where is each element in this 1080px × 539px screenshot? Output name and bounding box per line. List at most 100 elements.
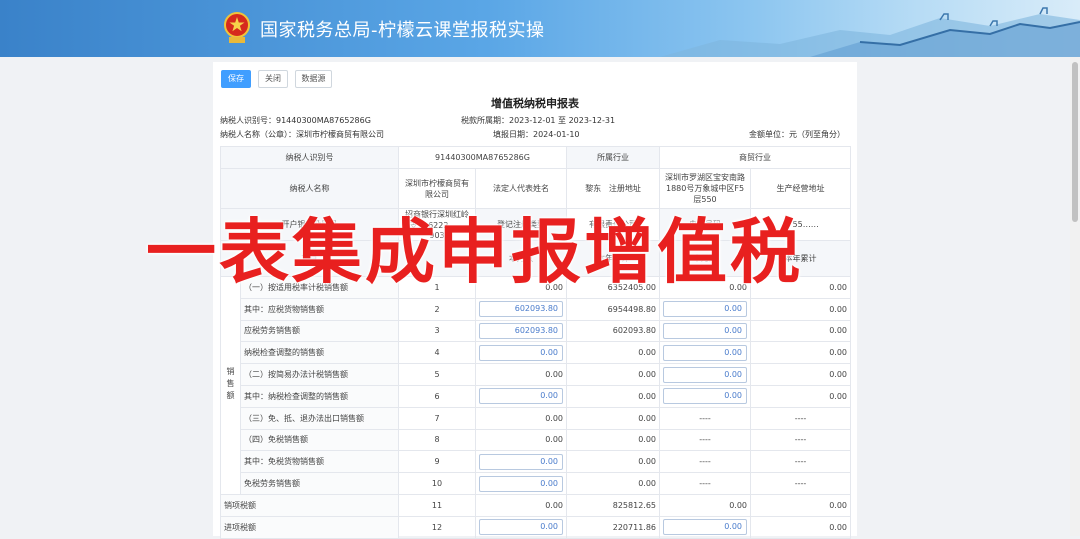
cell-month: 0.00	[474, 363, 568, 386]
cell-month: 0.00	[474, 428, 568, 452]
taxpayer-name-line: 纳税人名称（公章）：深圳市柠檬商贸有限公司	[220, 129, 384, 140]
table-row: 应税劳务销售额 3 602093.80 602093.80 0.00 0.00	[221, 319, 852, 343]
cell-rmonth: ----	[659, 472, 752, 495]
row-item-label: 免税劳务销售额	[240, 472, 399, 495]
table-row: （二）按简易办法计税销售额 5 0.00 0.00 0.00 0.00	[221, 363, 852, 386]
site-title: 国家税务总局-柠檬云课堂报税实操	[260, 20, 545, 41]
row-line-number: 10	[398, 472, 476, 495]
row-line-number: 5	[398, 363, 476, 386]
cell-month: 0.00	[474, 384, 568, 408]
cell-month: 0.00	[474, 515, 568, 539]
row-line-number: 11	[398, 493, 476, 517]
cell-rytd: ----	[750, 450, 852, 474]
data-source-button[interactable]: 数据源	[295, 70, 332, 88]
amount-input[interactable]: 0.00	[663, 366, 748, 383]
amount-input[interactable]: 0.00	[663, 322, 748, 339]
amount-input[interactable]: 0.00	[663, 519, 748, 536]
fill-date-line: 填报日期：2024-01-10	[493, 129, 580, 140]
table-row: 销项税额 11 0.00 825812.65 0.00 0.00	[220, 493, 852, 517]
table-row: 其中：纳税检查调整的销售额 6 0.00 0.00 0.00 0.00	[221, 384, 852, 408]
row-item-label: （二）按简易办法计税销售额	[240, 363, 399, 386]
top-banner: 国家税务总局-柠檬云课堂报税实操	[0, 0, 1080, 57]
row-line-number: 7	[398, 406, 476, 430]
cell-ytd: 0.00	[566, 363, 661, 386]
row-line-number: 12	[398, 515, 476, 539]
cell-rmonth: 0.00	[659, 297, 752, 321]
cell-rmonth: 0.00	[659, 341, 752, 365]
row-line-number: 2	[398, 297, 476, 321]
table-row: 进项税额 12 0.00 220711.86 0.00 0.00	[220, 515, 852, 539]
row-line-number: 9	[398, 450, 476, 474]
taxpayer-id-cell: 91440300MA8765286G	[397, 146, 568, 169]
cell-month: 0.00	[474, 493, 568, 517]
amount-input[interactable]: 0.00	[479, 344, 564, 361]
amount-input[interactable]: 602093.80	[479, 301, 564, 318]
cell-ytd: 0.00	[566, 450, 661, 474]
cell-ytd: 0.00	[566, 384, 661, 408]
taxpayer-name-value: 深圳市柠檬商贸有限公司	[296, 130, 384, 139]
amount-input[interactable]: 0.00	[479, 475, 564, 492]
cell-rytd: ----	[750, 428, 852, 452]
page-scrollbar-thumb[interactable]	[1072, 62, 1078, 222]
row-item-label: （四）免税销售额	[240, 428, 399, 452]
cell-ytd: 602093.80	[566, 319, 661, 343]
cell-month: 0.00	[474, 472, 568, 495]
cell-ytd: 0.00	[566, 428, 661, 452]
cell-ytd: 825812.65	[566, 493, 661, 517]
table-row: 纳税检查调整的销售额 4 0.00 0.00 0.00 0.00	[221, 341, 852, 365]
fill-date-label: 填报日期：	[493, 130, 533, 139]
cell-rytd: 0.00	[750, 515, 852, 539]
cell-rytd: ----	[750, 406, 852, 430]
sales-side-label: 销售额	[220, 276, 241, 495]
table-row: （三）免、抵、退办法出口销售额 7 0.00 0.00 ---- ----	[221, 406, 852, 430]
row-item-label: 其中：纳税检查调整的销售额	[240, 384, 399, 408]
row-line-number: 4	[398, 341, 476, 365]
row-line-number: 6	[398, 384, 476, 408]
table-row: 其中：免税货物销售额 9 0.00 0.00 ---- ----	[221, 450, 852, 474]
great-wall-illustration	[660, 7, 1080, 57]
cell-rmonth: ----	[659, 406, 752, 430]
legal-rep-value: 黎东	[585, 184, 602, 193]
cell-rmonth: 0.00	[659, 515, 752, 539]
taxpayer-id-value: 91440300MA8765286G	[276, 116, 371, 125]
reg-address-label: 注册地址	[608, 184, 641, 193]
cell-ytd: 0.00	[566, 472, 661, 495]
taxpayer-name-label: 纳税人名称（公章）：	[220, 130, 296, 139]
row-line-number: 8	[398, 428, 476, 452]
row-item-label: 纳税检查调整的销售额	[240, 341, 399, 365]
amount-input[interactable]: 602093.80	[479, 322, 564, 339]
sales-rows: 销售额 （一）按适用税率计税销售额 1 0.00 6352405.00 0.00 0.00 其…	[220, 276, 852, 539]
cell-month: 602093.80	[474, 297, 568, 321]
info-row-1: 纳税人识别号 91440300MA8765286G 所属行业 商贸行业	[220, 146, 852, 169]
tax-period-value: 2023-12-01 至 2023-12-31	[509, 116, 616, 125]
row-item-label: 应税劳务销售额	[240, 319, 399, 343]
row-line-number: 3	[398, 319, 476, 343]
amount-input[interactable]: 0.00	[663, 388, 748, 405]
amount-input[interactable]: 0.00	[479, 388, 564, 405]
amount-input[interactable]: 0.00	[479, 519, 564, 536]
cell-rytd: 0.00	[750, 319, 852, 343]
amount-unit: 金额单位：元（列至角分）	[749, 130, 845, 139]
cell-rytd: 0.00	[750, 363, 852, 386]
amount-input[interactable]: 0.00	[663, 344, 748, 361]
cell-ytd: 0.00	[566, 406, 661, 430]
taxpayer-id-header: 纳税人识别号	[220, 146, 399, 169]
cell-month: 0.00	[474, 450, 568, 474]
row-item-label: （三）免、抵、退办法出口销售额	[240, 406, 399, 430]
amount-input[interactable]: 0.00	[663, 301, 748, 318]
industry-cell: 商贸行业	[659, 146, 852, 169]
amount-input[interactable]: 0.00	[479, 453, 564, 470]
cell-rmonth: 0.00	[659, 319, 752, 343]
taxpayer-id-label: 纳税人识别号：	[220, 116, 276, 125]
cell-month: 0.00	[474, 406, 568, 430]
close-button[interactable]: 关闭	[258, 70, 288, 88]
industry-header: 所属行业	[566, 146, 661, 169]
cell-rytd: 0.00	[750, 341, 852, 365]
cell-rmonth: 0.00	[659, 384, 752, 408]
save-button[interactable]: 保存	[221, 70, 251, 88]
table-row: 其中：应税货物销售额 2 602093.80 6954498.80 0.00 0.00	[221, 297, 852, 321]
tax-period-label: 税款所属期：	[461, 116, 509, 125]
cell-month: 602093.80	[474, 319, 568, 343]
legal-rep-label: 法定人代表姓名	[493, 184, 549, 193]
cell-ytd: 0.00	[566, 341, 661, 365]
